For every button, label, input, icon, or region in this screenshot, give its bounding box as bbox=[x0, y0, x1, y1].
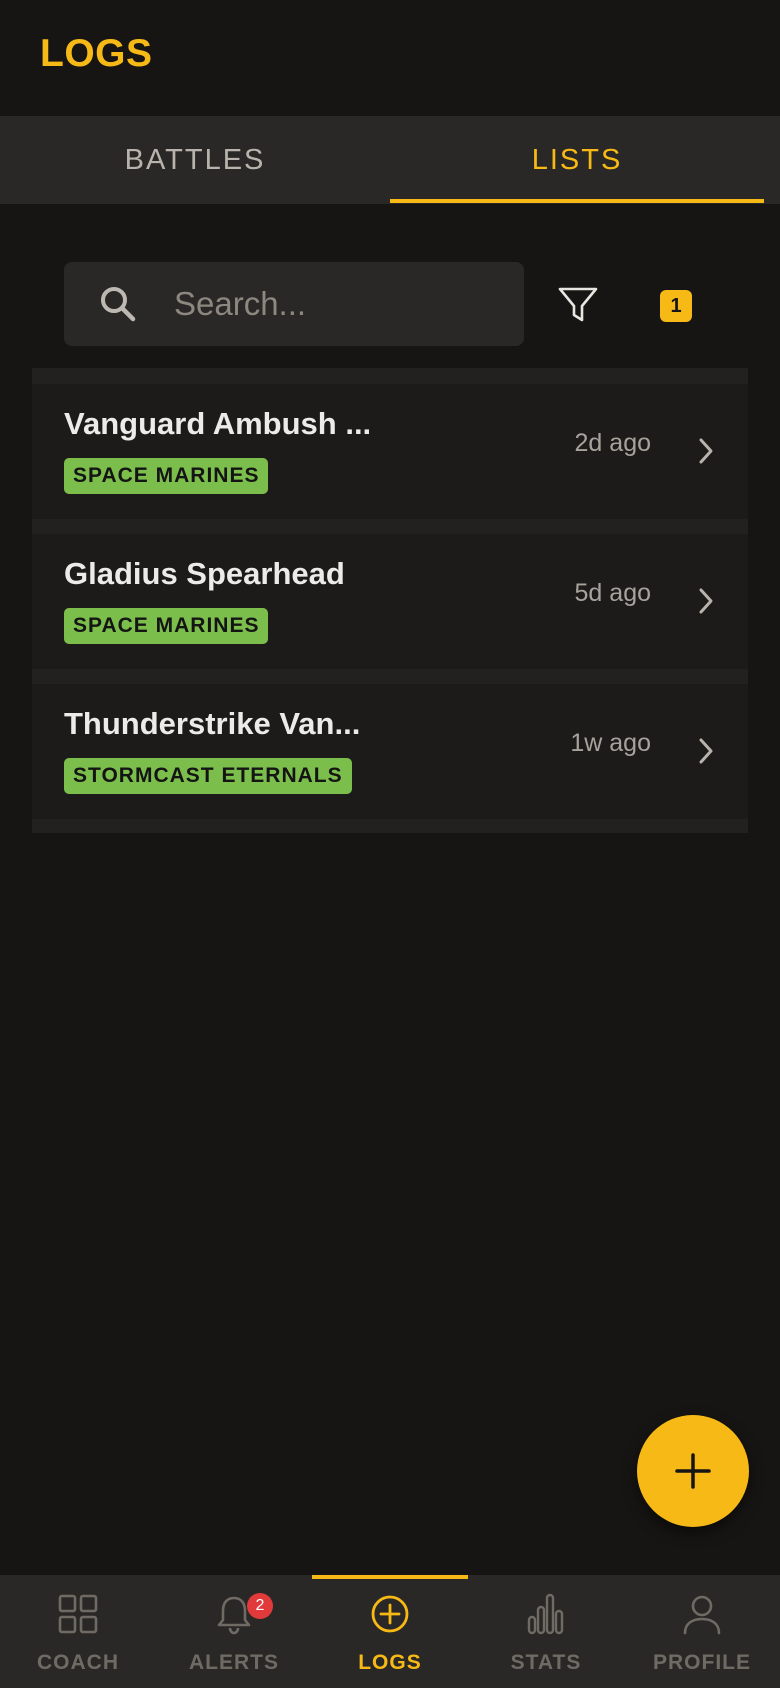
list-item-title: Thunderstrike Van... bbox=[64, 706, 361, 741]
add-list-button[interactable] bbox=[637, 1415, 749, 1527]
search-placeholder: Search... bbox=[174, 285, 307, 322]
list-item-time: 1w ago bbox=[570, 729, 651, 757]
user-icon bbox=[683, 1595, 721, 1635]
nav-profile[interactable]: PROFILE bbox=[624, 1575, 780, 1688]
list-item-title: Gladius Spearhead bbox=[64, 556, 345, 591]
bottom-nav: COACH 2 ALERTS LOGS STATS PROFILE bbox=[0, 1575, 780, 1688]
search-input[interactable]: Search... bbox=[64, 262, 524, 346]
nav-logs[interactable]: LOGS bbox=[312, 1575, 468, 1688]
list-item-title: Vanguard Ambush ... bbox=[64, 406, 372, 441]
add-circle-icon bbox=[371, 1595, 409, 1633]
chevron-right-icon bbox=[699, 738, 713, 764]
bar-chart-icon bbox=[527, 1593, 564, 1635]
chevron-right-icon bbox=[699, 588, 713, 614]
faction-badge: SPACE MARINES bbox=[64, 458, 269, 494]
nav-label: STATS bbox=[510, 1651, 582, 1674]
army-list: Vanguard Ambush ... SPACE MARINES 2d ago… bbox=[32, 368, 748, 833]
list-item-time: 2d ago bbox=[574, 429, 651, 457]
list-item[interactable]: Vanguard Ambush ... SPACE MARINES 2d ago bbox=[32, 384, 748, 519]
tab-battles[interactable]: BATTLES bbox=[0, 116, 390, 204]
active-tab-indicator bbox=[390, 199, 764, 203]
nav-label: PROFILE bbox=[652, 1651, 751, 1674]
list-item[interactable]: Thunderstrike Van... STORMCAST ETERNALS … bbox=[32, 684, 748, 819]
alerts-count-badge: 2 bbox=[247, 1593, 273, 1619]
grid-icon bbox=[58, 1594, 98, 1634]
search-icon bbox=[101, 287, 136, 322]
chevron-right-icon bbox=[699, 438, 713, 464]
app-header: LOGS bbox=[0, 0, 780, 116]
nav-alerts[interactable]: 2 ALERTS bbox=[156, 1575, 312, 1688]
tab-bar: BATTLES LISTS bbox=[0, 116, 780, 204]
filter-icon[interactable] bbox=[556, 282, 600, 326]
list-item-time: 5d ago bbox=[574, 579, 651, 607]
nav-coach[interactable]: COACH bbox=[0, 1575, 156, 1688]
nav-stats[interactable]: STATS bbox=[468, 1575, 624, 1688]
nav-active-indicator bbox=[312, 1575, 468, 1579]
filter-count-badge: 1 bbox=[660, 290, 692, 322]
page-title: LOGS bbox=[40, 32, 153, 75]
tab-lists[interactable]: LISTS bbox=[390, 116, 764, 204]
list-item[interactable]: Gladius Spearhead SPACE MARINES 5d ago bbox=[32, 534, 748, 669]
nav-label: LOGS bbox=[358, 1651, 422, 1674]
nav-label: ALERTS bbox=[189, 1651, 279, 1674]
nav-label: COACH bbox=[37, 1651, 119, 1674]
plus-icon bbox=[675, 1453, 711, 1489]
faction-badge: SPACE MARINES bbox=[64, 608, 269, 644]
faction-badge: STORMCAST ETERNALS bbox=[64, 758, 352, 794]
